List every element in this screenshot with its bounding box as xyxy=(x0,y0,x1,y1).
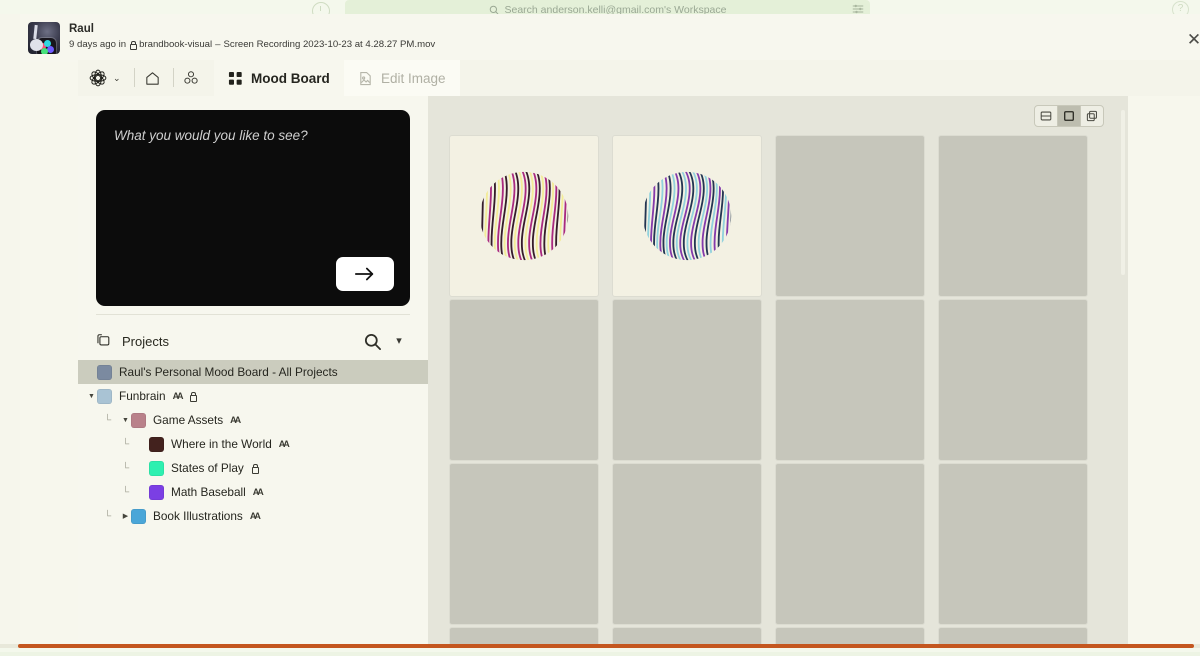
tree-item-label: States of Play xyxy=(171,461,244,475)
shared-people-icon: AA xyxy=(252,487,264,497)
tree-item-label: Raul's Personal Mood Board - All Project… xyxy=(119,365,338,379)
mood-board-placeholder-tile[interactable] xyxy=(613,300,761,460)
tree-item[interactable]: └ Where in the World AA xyxy=(78,432,428,456)
tree-item-thumbnail xyxy=(131,412,146,428)
projects-title: Projects xyxy=(122,333,169,349)
panel-divider xyxy=(96,314,410,315)
projects-header: Projects ▾ xyxy=(78,322,428,360)
tree-twisty-toggle[interactable]: ▼ xyxy=(86,393,97,400)
lock-icon xyxy=(251,463,260,474)
tree-item-thumbnail xyxy=(149,484,164,500)
search-icon xyxy=(489,5,498,14)
recording-channel: brandbook-visual xyxy=(139,39,213,50)
tree-item-label: Game Assets xyxy=(153,413,224,427)
projects-tree: Raul's Personal Mood Board - All Project… xyxy=(78,360,428,528)
mood-board-content xyxy=(428,96,1128,648)
arrow-right-icon xyxy=(354,267,374,281)
tree-item-thumbnail xyxy=(131,508,146,524)
tree-item-label: Math Baseball xyxy=(171,485,246,499)
mood-board-window: ✕ Raul 9 days ago in brandbook-visual – … xyxy=(0,14,1200,648)
prompt-placeholder: What you would you like to see? xyxy=(114,128,308,143)
tree-item[interactable]: ▼ Funbrain AA xyxy=(78,384,428,408)
mood-board-placeholder-tile[interactable] xyxy=(613,464,761,624)
lock-icon xyxy=(129,40,138,50)
single-view-icon xyxy=(1064,111,1074,121)
playback-progress-fill xyxy=(18,644,1194,648)
lock-icon xyxy=(189,391,198,402)
left-panel: What you would you like to see? Projects… xyxy=(78,96,428,648)
close-icon[interactable]: ✕ xyxy=(1183,29,1200,51)
tab-mood-board[interactable]: Mood Board xyxy=(214,60,344,96)
recording-thumbnail xyxy=(28,22,60,54)
view-mode-split-button[interactable] xyxy=(1035,106,1058,126)
tab-edit-image-label: Edit Image xyxy=(381,70,446,86)
tree-item[interactable]: └ Math Baseball AA xyxy=(78,480,428,504)
prompt-input[interactable]: What you would you like to see? xyxy=(96,110,410,306)
tree-twisty-toggle[interactable]: ▶ xyxy=(120,512,131,520)
view-mode-single-button[interactable] xyxy=(1058,106,1081,126)
recording-age: 9 days ago in xyxy=(69,39,127,50)
chevron-down-icon: ⌄ xyxy=(113,72,121,83)
app-badge-icon xyxy=(37,38,56,54)
mood-board-placeholder-tile[interactable] xyxy=(776,464,924,624)
mood-board-placeholder-tile[interactable] xyxy=(939,300,1087,460)
recording-user-name: Raul xyxy=(69,23,94,35)
split-view-icon xyxy=(1040,111,1052,121)
tree-elbow-connector: └ xyxy=(122,438,130,450)
mood-board-placeholder-tile[interactable] xyxy=(776,300,924,460)
tree-item[interactable]: └ States of Play xyxy=(78,456,428,480)
recording-filename: Screen Recording 2023-10-23 at 4.28.27 P… xyxy=(223,39,436,50)
tree-item-thumbnail xyxy=(97,364,112,380)
app-toolbar: ⌄ Mood Board Edit Image xyxy=(78,60,1200,96)
prompt-submit-button[interactable] xyxy=(336,257,394,291)
tree-elbow-connector: └ xyxy=(122,486,130,498)
mood-board-placeholder-tile[interactable] xyxy=(450,300,598,460)
prompt-composer: What you would you like to see? xyxy=(96,110,410,306)
recording-metadata: 9 days ago in brandbook-visual – Screen … xyxy=(69,39,435,50)
tree-item[interactable]: Raul's Personal Mood Board - All Project… xyxy=(78,360,428,384)
cluster-nodes-icon[interactable] xyxy=(174,64,208,92)
tree-item-thumbnail xyxy=(149,460,164,476)
recording-info: Raul 9 days ago in brandbook-visual – Sc… xyxy=(28,20,448,58)
tree-item-label: Where in the World xyxy=(171,437,272,451)
mood-board-image-tile[interactable] xyxy=(450,136,598,296)
grid-squares-icon xyxy=(228,71,242,85)
image-file-icon xyxy=(360,71,371,85)
mood-board-placeholder-tile[interactable] xyxy=(776,136,924,296)
tree-item-label: Funbrain xyxy=(119,389,166,403)
tree-item-thumbnail xyxy=(97,388,112,404)
opart-warped-stripes-circle-magenta xyxy=(481,171,569,261)
tab-mood-board-label: Mood Board xyxy=(251,70,330,86)
content-scrollbar[interactable] xyxy=(1121,110,1125,275)
opart-warped-stripes-circle-blue xyxy=(644,171,732,261)
tree-elbow-connector: └ xyxy=(104,510,112,522)
tree-item-thumbnail xyxy=(149,436,164,452)
recording-separator: – xyxy=(215,39,221,50)
app-logo-flower-icon[interactable]: ⌄ xyxy=(86,64,128,92)
tree-elbow-connector: └ xyxy=(122,462,130,474)
tree-twisty-toggle[interactable]: ▼ xyxy=(120,417,131,424)
home-icon[interactable] xyxy=(136,64,168,92)
chevron-down-icon[interactable]: ▾ xyxy=(390,332,408,350)
mood-board-placeholder-tile[interactable] xyxy=(450,464,598,624)
shared-people-icon: AA xyxy=(172,391,184,401)
folders-icon xyxy=(97,334,110,346)
tree-item-label: Book Illustrations xyxy=(153,509,243,523)
tree-item[interactable]: └ ▶ Book Illustrations AA xyxy=(78,504,428,528)
tree-item[interactable]: └ ▼ Game Assets AA xyxy=(78,408,428,432)
mood-board-placeholder-tile[interactable] xyxy=(939,464,1087,624)
window-bottom-edge xyxy=(0,652,1200,656)
shared-people-icon: AA xyxy=(278,439,290,449)
mood-board-placeholder-tile[interactable] xyxy=(939,136,1087,296)
search-icon[interactable] xyxy=(363,332,382,351)
tab-edit-image[interactable]: Edit Image xyxy=(344,60,460,96)
shared-people-icon: AA xyxy=(230,415,241,425)
shared-people-icon: AA xyxy=(249,511,261,521)
mood-board-image-tile[interactable] xyxy=(613,136,761,296)
stacked-view-icon xyxy=(1086,110,1097,122)
view-mode-stacked-button[interactable] xyxy=(1081,106,1103,126)
toolbar-divider xyxy=(134,68,135,87)
tree-elbow-connector: └ xyxy=(104,414,112,426)
view-mode-toggle-group xyxy=(1034,105,1104,127)
